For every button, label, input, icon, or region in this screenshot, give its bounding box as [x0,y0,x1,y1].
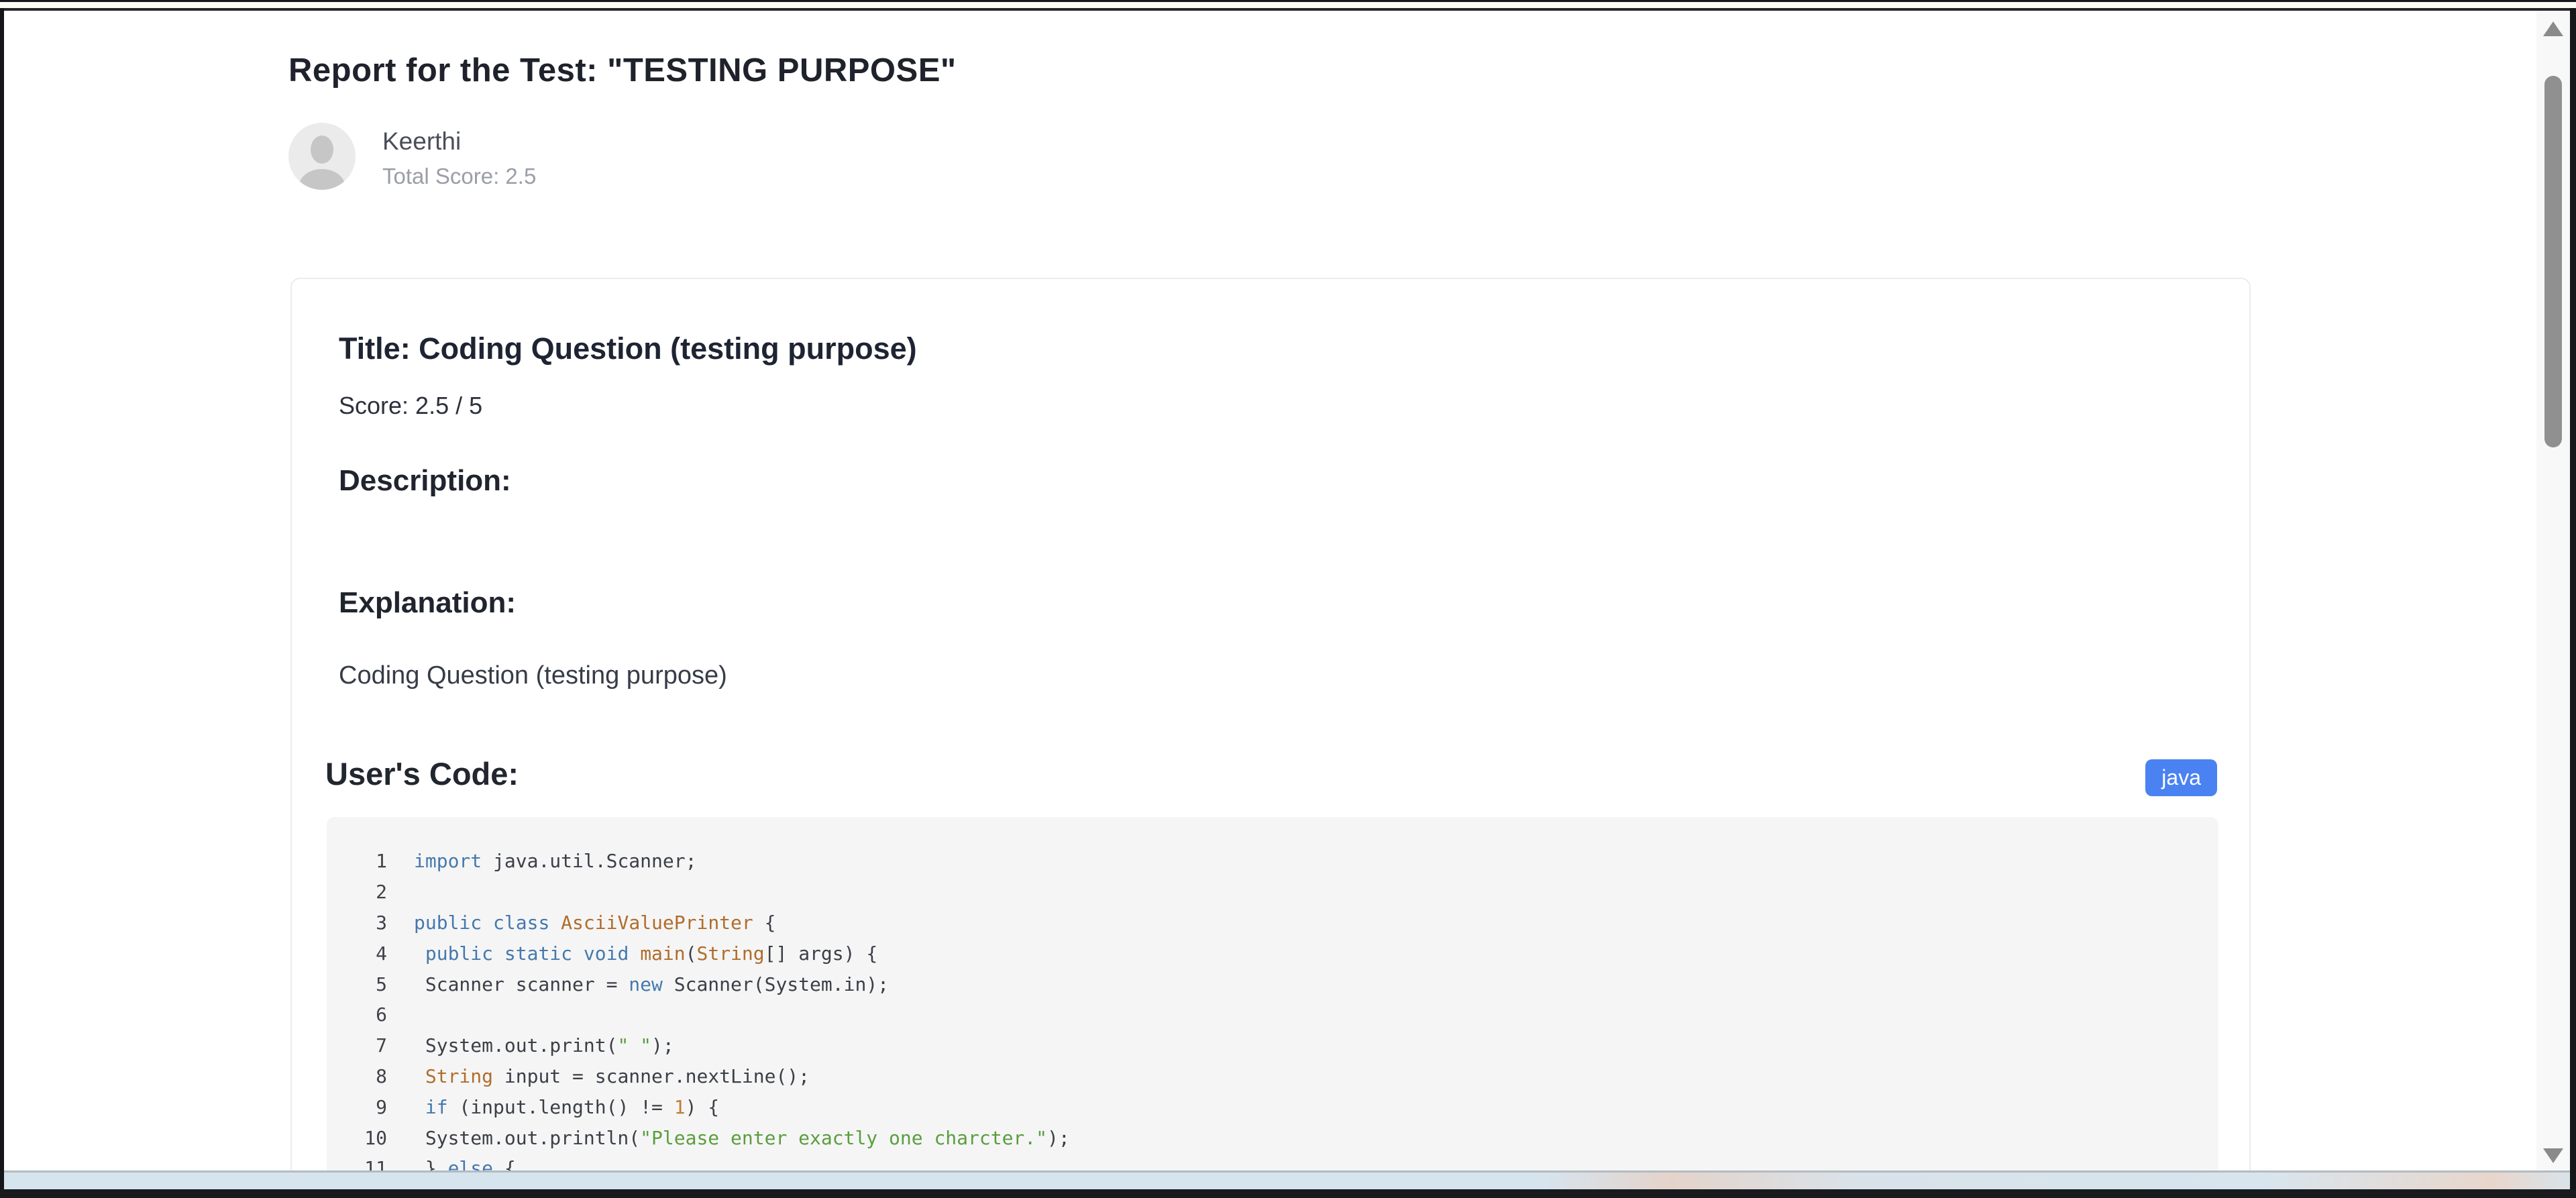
line-number: 6 [327,1003,387,1026]
code-line: 10 System.out.println("Please enter exac… [327,1122,2218,1153]
code-line: 5 Scanner scanner = new Scanner(System.i… [327,969,2218,999]
window-left-border [0,8,4,1198]
scroll-up-arrow-icon[interactable] [2543,21,2563,36]
users-code-heading: User's Code: [325,755,519,792]
page-title: Report for the Test: "TESTING PURPOSE" [288,52,957,89]
line-number: 5 [327,973,387,995]
explanation-text: Coding Question (testing purpose) [339,661,727,690]
line-number: 3 [327,912,387,934]
code-line: 4 public static void main(String[] args)… [327,938,2218,969]
question-report-card: Title: Coding Question (testing purpose)… [290,278,2251,1198]
code-line: 3public class AsciiValuePrinter { [327,908,2218,938]
code-line: 8 String input = scanner.nextLine(); [327,1061,2218,1092]
code-line: 6 [327,999,2218,1030]
line-number: 7 [327,1034,387,1056]
code-text: String input = scanner.nextLine(); [387,1065,810,1087]
code-lines: 1import java.util.Scanner;23public class… [327,846,2218,1184]
line-number: 4 [327,942,387,965]
report-page: Report for the Test: "TESTING PURPOSE" K… [0,0,2576,1198]
avatar [288,123,356,190]
code-line: 9 if (input.length() != 1) { [327,1091,2218,1122]
description-heading: Description: [339,464,511,498]
line-number: 10 [327,1127,387,1149]
scrollbar-thumb[interactable] [2544,76,2562,447]
user-name: Keerthi [382,127,461,156]
avatar-person-icon [288,123,356,190]
explanation-heading: Explanation: [339,586,516,620]
code-text: import java.util.Scanner; [387,850,696,872]
scroll-down-arrow-icon[interactable] [2543,1148,2563,1163]
code-text: public class AsciiValuePrinter { [387,912,775,934]
window-right-border [2570,8,2576,1198]
code-text: if (input.length() != 1) { [387,1096,719,1118]
code-text: public static void main(String[] args) { [387,942,877,965]
code-text: System.out.print(" "); [387,1034,674,1056]
code-block: 1import java.util.Scanner;23public class… [327,817,2218,1198]
language-badge: java [2145,759,2217,796]
code-text: System.out.println("Please enter exactly… [387,1127,1070,1149]
bottom-horizontal-bar[interactable] [4,1170,2570,1189]
top-divider [0,8,2576,11]
window-bottom-edge [0,1189,2576,1198]
top-strip [0,2,2576,8]
line-number: 2 [327,881,387,903]
code-text: Scanner scanner = new Scanner(System.in)… [387,973,889,995]
code-line: 2 [327,877,2218,908]
line-number: 8 [327,1065,387,1087]
total-score: Total Score: 2.5 [382,164,536,189]
line-number: 1 [327,850,387,872]
line-number: 9 [327,1096,387,1118]
code-line: 1import java.util.Scanner; [327,846,2218,877]
vertical-scrollbar[interactable] [2536,11,2570,1173]
code-line: 7 System.out.print(" "); [327,1030,2218,1061]
question-title: Title: Coding Question (testing purpose) [339,331,917,366]
question-score: Score: 2.5 / 5 [339,392,482,420]
